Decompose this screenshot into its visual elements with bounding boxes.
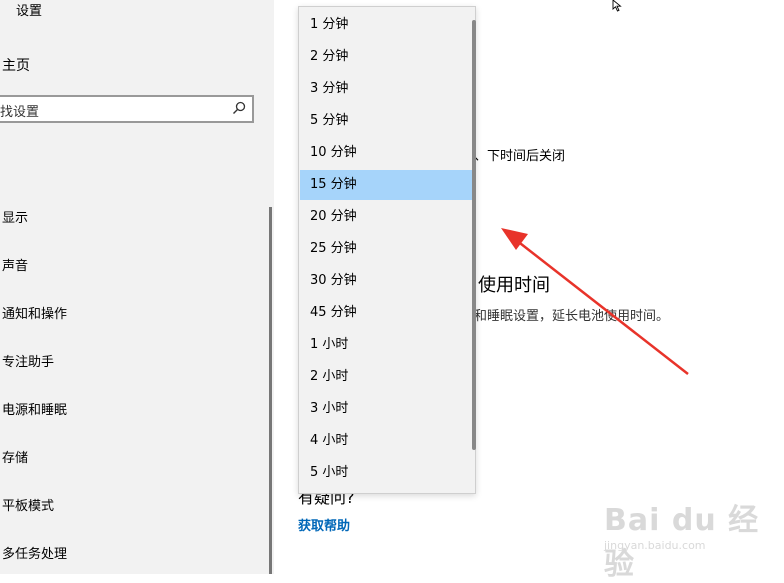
- annotation-arrow-icon: [501, 228, 689, 375]
- watermark-url: jingyan.baidu.com: [604, 539, 706, 552]
- baidu-watermark: Bai du 经验 jingyan.baidu.com: [604, 495, 774, 582]
